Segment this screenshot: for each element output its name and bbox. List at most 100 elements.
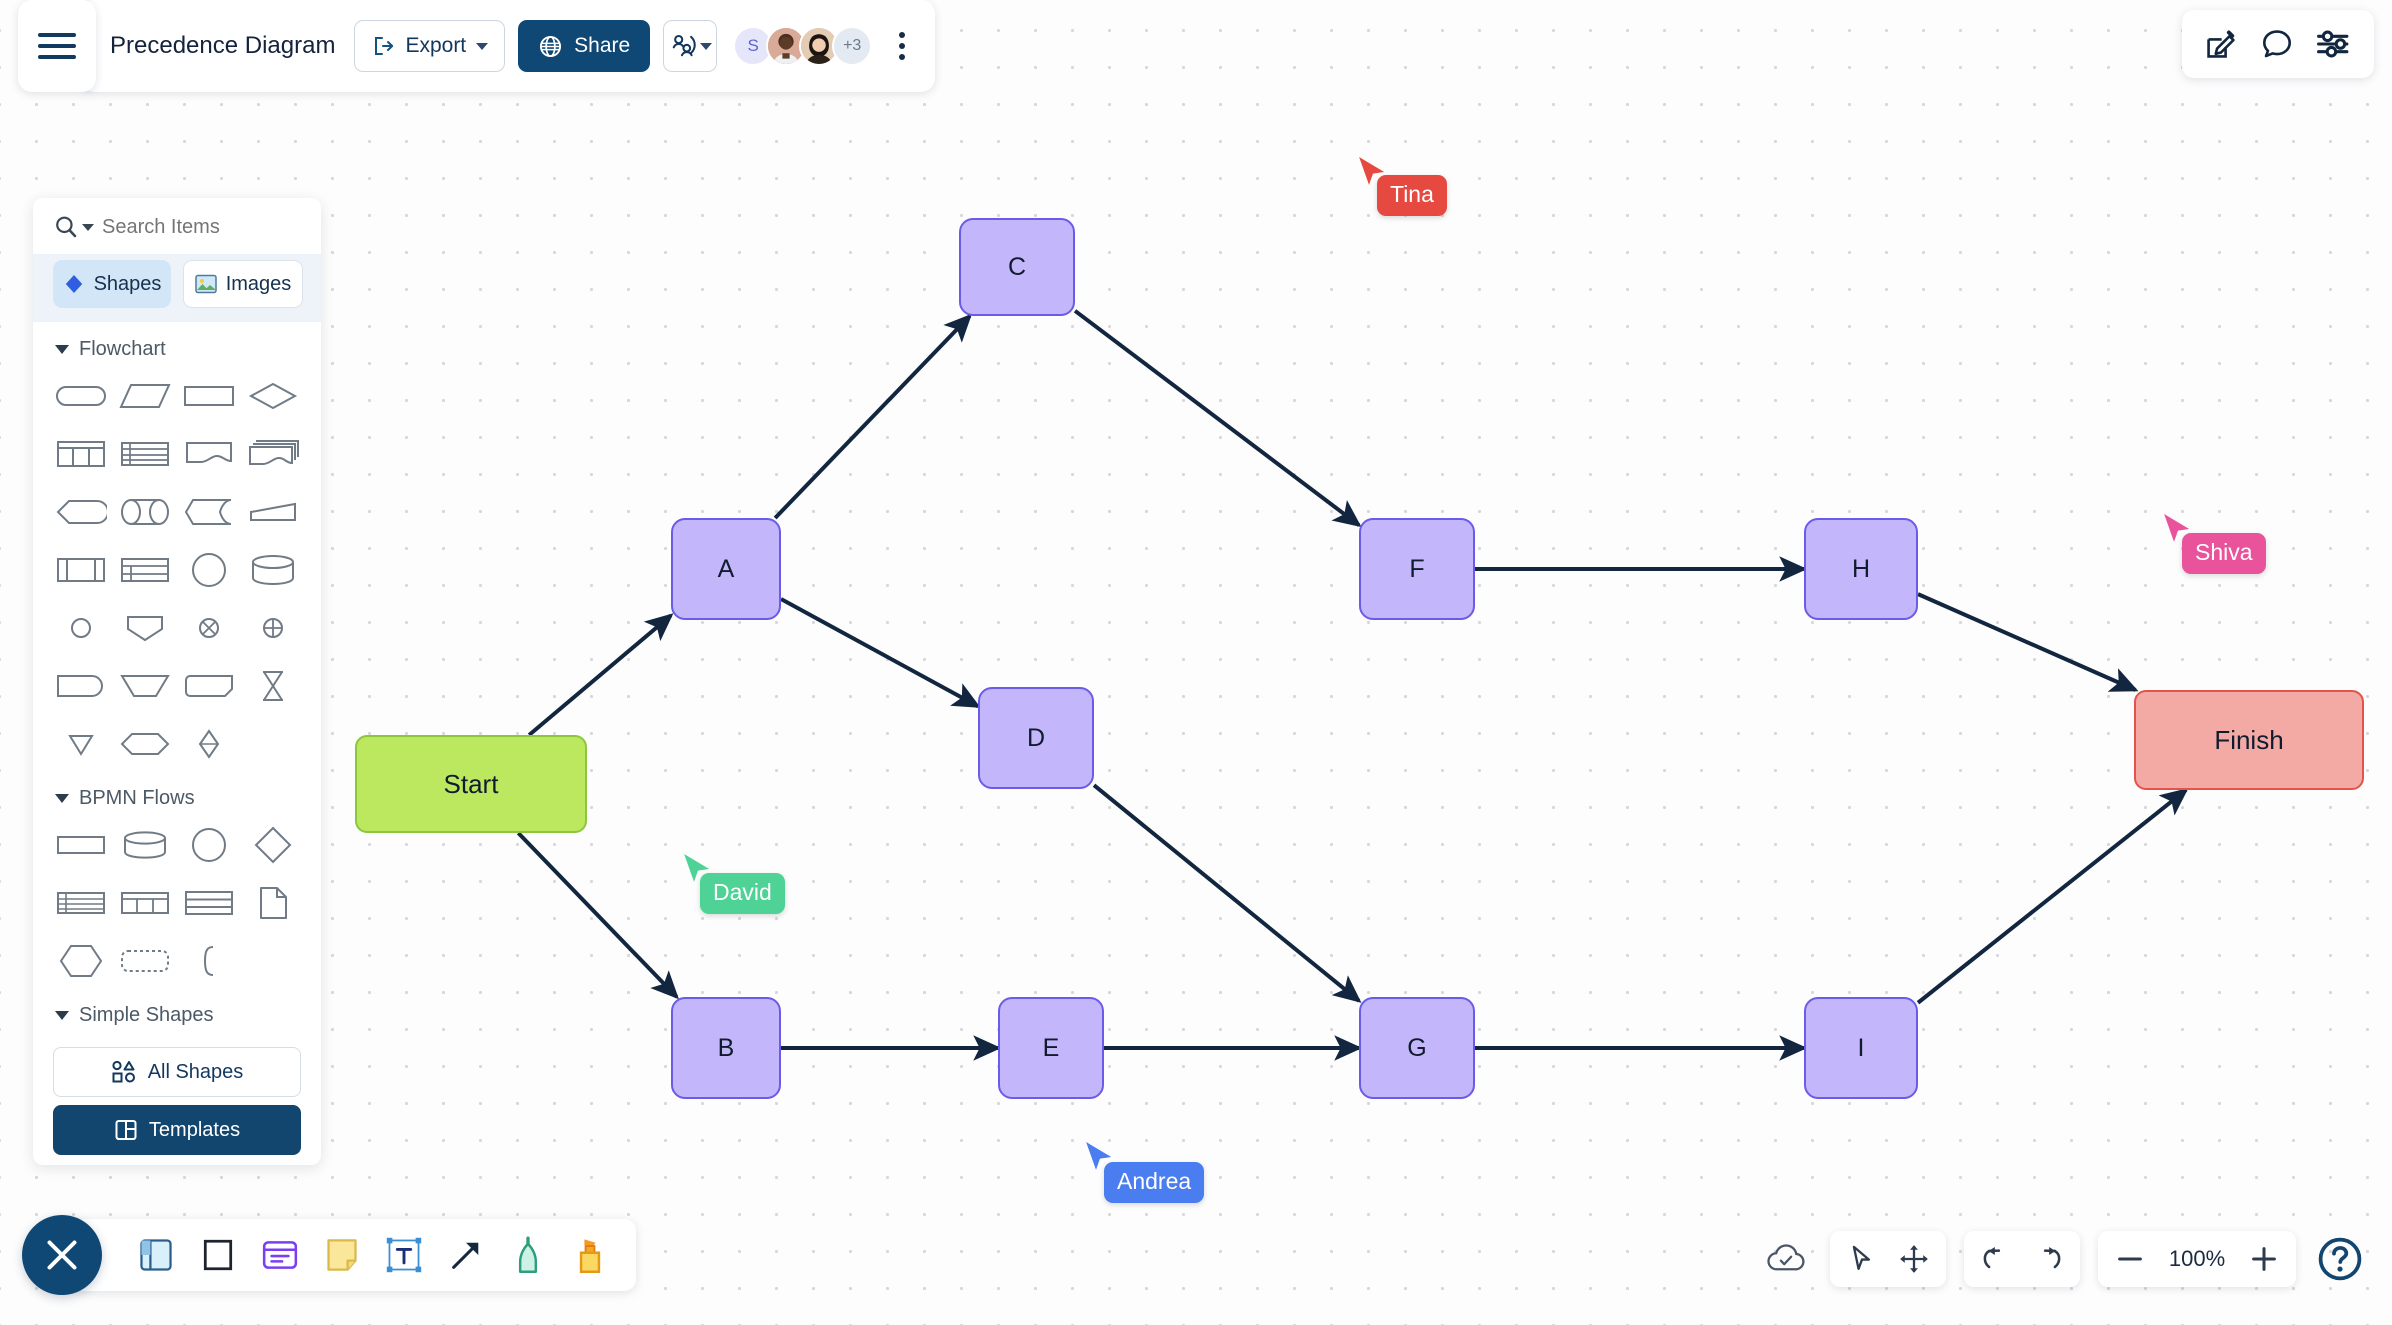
shape-database-cylinder[interactable]: [241, 547, 305, 593]
shape-circle-x[interactable]: [177, 605, 241, 651]
diagram-edge-a-to-c[interactable]: [773, 313, 973, 520]
shape-table-3col[interactable]: [49, 431, 113, 477]
templates-button[interactable]: Templates: [53, 1105, 301, 1155]
select-tool-button[interactable]: [1842, 1239, 1882, 1279]
tab-images[interactable]: Images: [183, 260, 303, 308]
shape-bpmn-rectangle[interactable]: [49, 822, 113, 868]
shape-internal-storage[interactable]: [49, 547, 113, 593]
diagram-node-i[interactable]: I: [1804, 997, 1918, 1099]
highlighter-tool[interactable]: [568, 1233, 612, 1277]
diagram-node-start[interactable]: Start: [355, 735, 587, 833]
shape-shield-pentagon[interactable]: [113, 605, 177, 651]
diagram-node-g[interactable]: G: [1359, 997, 1475, 1099]
zoom-in-button[interactable]: [2244, 1239, 2284, 1279]
shape-triangle-down[interactable]: [49, 721, 113, 767]
shape-delay-curve[interactable]: [177, 489, 241, 535]
undo-button[interactable]: [1976, 1239, 2016, 1279]
shape-bpmn-table-3col[interactable]: [113, 880, 177, 926]
diagram-edge-i-to-finish[interactable]: [1916, 788, 2189, 1005]
close-toolbar-button[interactable]: [22, 1215, 102, 1295]
shape-trapezoid-down[interactable]: [113, 663, 177, 709]
shape-table-rows[interactable]: [113, 431, 177, 477]
flowchart-shape-grid: [33, 373, 321, 771]
diagram-edge-h-to-finish[interactable]: [1917, 592, 2139, 692]
shape-bpmn-document-page[interactable]: [241, 880, 305, 926]
pen-tool[interactable]: [506, 1233, 550, 1277]
shape-parallelogram[interactable]: [113, 373, 177, 419]
connector-tool[interactable]: [444, 1233, 488, 1277]
section-header-simple-shapes[interactable]: Simple Shapes: [33, 988, 321, 1039]
diagram-edge-start-to-b[interactable]: [516, 831, 679, 1000]
shape-bpmn-brace[interactable]: [177, 938, 241, 984]
shape-bpmn-hexagon[interactable]: [49, 938, 113, 984]
shape-multi-document[interactable]: [241, 431, 305, 477]
pan-tool-button[interactable]: [1894, 1239, 1934, 1279]
more-options-button[interactable]: [885, 32, 917, 60]
share-button[interactable]: Share: [518, 20, 651, 72]
sliders-icon: [2317, 30, 2349, 58]
text-tool[interactable]: [382, 1233, 426, 1277]
help-button[interactable]: [2314, 1233, 2366, 1285]
templates-label: Templates: [148, 1118, 241, 1141]
tab-shapes[interactable]: Shapes: [53, 260, 171, 308]
save-status-button[interactable]: [1760, 1237, 1812, 1281]
diagram-node-finish[interactable]: Finish: [2134, 690, 2364, 790]
section-header-flowchart[interactable]: Flowchart: [33, 322, 321, 373]
diagram-edge-a-to-d[interactable]: [780, 597, 981, 709]
zoom-out-button[interactable]: [2110, 1239, 2150, 1279]
diagram-node-a[interactable]: A: [671, 518, 781, 620]
collaborator-cursor-david: David: [680, 852, 785, 914]
all-shapes-button[interactable]: All Shapes: [53, 1047, 301, 1097]
export-button[interactable]: Export: [354, 20, 506, 72]
collaborator-avatars[interactable]: S +3: [733, 26, 873, 66]
shape-document-wave[interactable]: [177, 431, 241, 477]
search-icon[interactable]: [53, 214, 94, 240]
shape-hourglass[interactable]: [241, 663, 305, 709]
collaborators-button[interactable]: [663, 20, 718, 72]
shape-circle[interactable]: [177, 547, 241, 593]
comments-button[interactable]: [2260, 27, 2294, 61]
diagram-node-d[interactable]: D: [978, 687, 1094, 789]
frame-tool[interactable]: [134, 1233, 178, 1277]
shape-bpmn-diamond[interactable]: [241, 822, 305, 868]
diagram-edge-start-to-a[interactable]: [527, 613, 674, 737]
shape-rounded-rectangle[interactable]: [49, 373, 113, 419]
sticky-note-tool[interactable]: [320, 1233, 364, 1277]
shape-rectangle[interactable]: [177, 373, 241, 419]
shape-hexagon[interactable]: [113, 721, 177, 767]
avatar-overflow[interactable]: +3: [832, 26, 873, 66]
diagram-edge-c-to-f[interactable]: [1073, 309, 1362, 528]
shape-diamond[interactable]: [241, 373, 305, 419]
diagram-node-e[interactable]: E: [998, 997, 1104, 1099]
diagram-node-b[interactable]: B: [671, 997, 781, 1099]
shape-circle-plus[interactable]: [241, 605, 305, 651]
shape-bpmn-table-3rows[interactable]: [177, 880, 241, 926]
shape-bpmn-table-rows[interactable]: [49, 880, 113, 926]
shape-pentagon-flag[interactable]: [49, 489, 113, 535]
plus-icon: [2252, 1247, 2276, 1271]
diagram-node-h[interactable]: H: [1804, 518, 1918, 620]
shape-small-circle[interactable]: [49, 605, 113, 651]
image-icon: [194, 274, 217, 294]
settings-button[interactable]: [2316, 27, 2352, 61]
diagram-node-c[interactable]: C: [959, 218, 1075, 316]
shape-small-diamond[interactable]: [177, 721, 241, 767]
diagram-edge-d-to-g[interactable]: [1092, 783, 1362, 1003]
shape-bpmn-dashed-rounded-rect[interactable]: [113, 938, 177, 984]
shape-table-header[interactable]: [113, 547, 177, 593]
card-tool[interactable]: [258, 1233, 302, 1277]
diagram-node-f[interactable]: F: [1359, 518, 1475, 620]
redo-button[interactable]: [2028, 1239, 2068, 1279]
shape-bpmn-database-cylinder[interactable]: [113, 822, 177, 868]
shape-tool[interactable]: [196, 1233, 240, 1277]
menu-button[interactable]: [18, 0, 96, 92]
shape-cylinder-horizontal[interactable]: [113, 489, 177, 535]
shape-terminator-round[interactable]: [49, 663, 113, 709]
shape-bpmn-circle[interactable]: [177, 822, 241, 868]
shape-trapezoid-slope[interactable]: [241, 489, 305, 535]
collaborator-cursor-tina: Tina: [1355, 155, 1447, 216]
section-header-bpmn-flows[interactable]: BPMN Flows: [33, 771, 321, 822]
search-input[interactable]: [102, 215, 302, 239]
shape-rounded-corner-cut[interactable]: [177, 663, 241, 709]
edit-button[interactable]: [2204, 27, 2238, 61]
